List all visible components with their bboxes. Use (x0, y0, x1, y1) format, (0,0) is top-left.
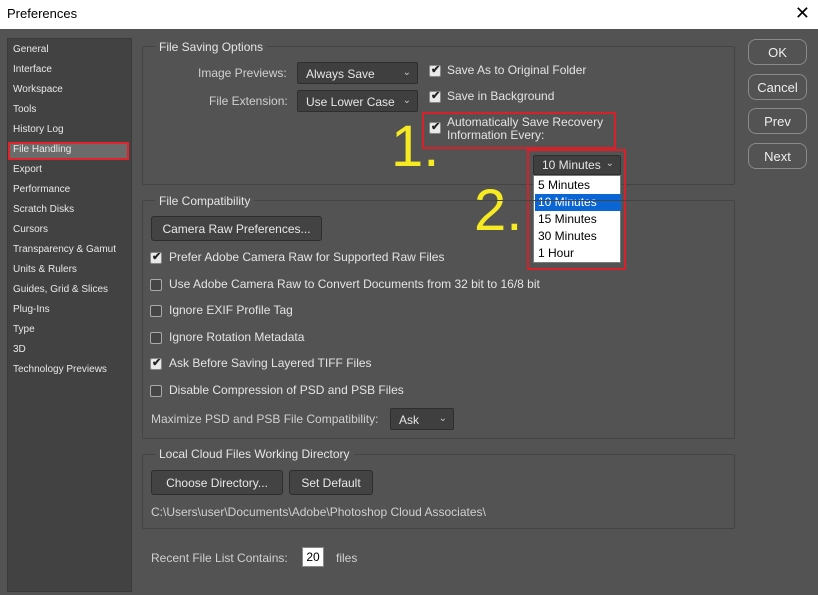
file-extension-label: File Extension: (209, 94, 288, 108)
sidebar-item-scratch-disks[interactable]: Scratch Disks (13, 204, 74, 215)
sidebar-item-tech-previews[interactable]: Technology Previews (13, 364, 107, 375)
save-in-background-label: Save in Background (447, 89, 555, 103)
prefer-acr-checkbox[interactable]: ✔ (150, 251, 162, 264)
interval-value: 10 Minutes (542, 158, 601, 172)
maximize-label: Maximize PSD and PSB File Compatibility: (151, 412, 379, 426)
title-bar: Preferences ✕ (0, 0, 818, 29)
chevron-down-icon: ⌄ (402, 95, 411, 106)
checkmark-icon: ✔ (152, 251, 162, 263)
annotation-step-1: 1. (391, 114, 440, 179)
prev-button[interactable]: Prev (748, 108, 807, 134)
sidebar-item-general[interactable]: General (13, 44, 49, 55)
sidebar-item-workspace[interactable]: Workspace (13, 84, 63, 95)
interval-option-5[interactable]: 5 Minutes (535, 177, 621, 194)
recent-files-suffix: files (336, 551, 358, 565)
disable-compression-checkbox[interactable] (150, 385, 162, 397)
cancel-button[interactable]: Cancel (748, 74, 807, 100)
interval-dropdown[interactable]: 10 Minutes ⌄ (533, 155, 621, 175)
ignore-rotation-label: Ignore Rotation Metadata (169, 330, 305, 344)
image-previews-label: Image Previews: (198, 66, 287, 80)
cloud-path: C:\Users\user\Documents\Adobe\Photoshop … (151, 505, 486, 519)
save-in-background-checkbox[interactable]: ✔ (429, 90, 441, 103)
disable-compression-label: Disable Compression of PSD and PSB Files (169, 383, 404, 397)
save-as-original-checkbox[interactable]: ✔ (429, 64, 441, 77)
sidebar-item-units-rulers[interactable]: Units & Rulers (13, 264, 77, 275)
prefer-acr-label: Prefer Adobe Camera Raw for Supported Ra… (169, 250, 445, 264)
maximize-value: Ask (399, 413, 420, 427)
window-title: Preferences (7, 6, 78, 21)
file-saving-title: File Saving Options (155, 40, 268, 54)
ignore-exif-label: Ignore EXIF Profile Tag (169, 303, 293, 317)
checkmark-icon: ✔ (431, 90, 441, 102)
set-default-button[interactable]: Set Default (289, 470, 373, 495)
sidebar-item-3d[interactable]: 3D (13, 344, 26, 355)
sidebar-item-transparency[interactable]: Transparency & Gamut (13, 244, 116, 255)
save-as-original-label: Save As to Original Folder (447, 63, 587, 77)
checkmark-icon: ✔ (431, 64, 441, 76)
sidebar: General Interface Workspace Tools Histor… (7, 38, 132, 592)
recent-files-input[interactable]: 20 (302, 547, 324, 567)
file-extension-dropdown[interactable]: Use Lower Case ⌄ (297, 90, 418, 112)
ask-tiff-label: Ask Before Saving Layered TIFF Files (169, 356, 372, 370)
sidebar-item-tools[interactable]: Tools (13, 104, 36, 115)
acr-convert-label: Use Adobe Camera Raw to Convert Document… (169, 277, 540, 291)
checkmark-icon: ✔ (152, 357, 162, 369)
sidebar-item-history-log[interactable]: History Log (13, 124, 64, 135)
camera-raw-prefs-button[interactable]: Camera Raw Preferences... (151, 216, 322, 241)
recent-files-label: Recent File List Contains: (151, 551, 288, 565)
ignore-rotation-checkbox[interactable] (150, 332, 162, 344)
sidebar-item-export[interactable]: Export (13, 164, 42, 175)
next-button[interactable]: Next (748, 143, 807, 169)
chevron-down-icon: ⌄ (438, 413, 447, 424)
auto-save-label: Automatically Save Recovery Information … (447, 116, 603, 142)
chevron-down-icon: ⌄ (402, 67, 411, 78)
ignore-exif-checkbox[interactable] (150, 305, 162, 317)
image-previews-value: Always Save (306, 67, 375, 81)
image-previews-dropdown[interactable]: Always Save ⌄ (297, 62, 418, 84)
close-icon[interactable]: ✕ (795, 3, 810, 24)
maximize-dropdown[interactable]: Ask ⌄ (390, 408, 454, 430)
acr-convert-checkbox[interactable] (150, 279, 162, 291)
sidebar-item-plug-ins[interactable]: Plug-Ins (13, 304, 50, 315)
ask-tiff-checkbox[interactable]: ✔ (150, 357, 162, 370)
file-compat-title: File Compatibility (155, 194, 255, 208)
sidebar-item-type[interactable]: Type (13, 324, 35, 335)
chevron-down-icon: ⌄ (605, 158, 614, 169)
choose-directory-button[interactable]: Choose Directory... (151, 470, 283, 495)
sidebar-item-interface[interactable]: Interface (13, 64, 52, 75)
sidebar-item-guides[interactable]: Guides, Grid & Slices (13, 284, 108, 295)
sidebar-item-cursors[interactable]: Cursors (13, 224, 48, 235)
file-extension-value: Use Lower Case (306, 95, 395, 109)
auto-save-label-line2: Information Every: (447, 128, 545, 142)
sidebar-item-performance[interactable]: Performance (13, 184, 70, 195)
cloud-title: Local Cloud Files Working Directory (155, 447, 354, 461)
sidebar-item-file-handling[interactable]: File Handling (13, 144, 71, 155)
ok-button[interactable]: OK (748, 39, 807, 65)
